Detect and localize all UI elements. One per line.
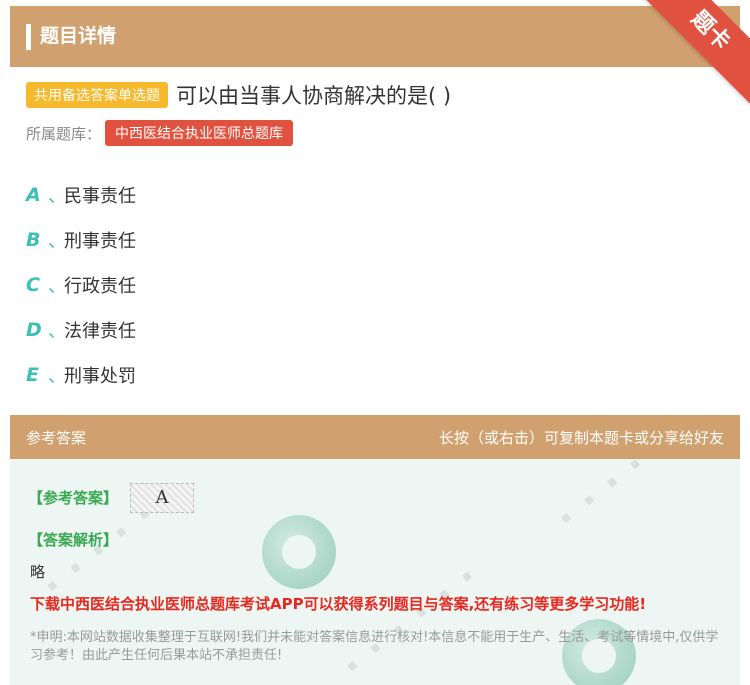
watermark: · · · · xyxy=(546,459,656,542)
option-letter: A xyxy=(26,183,41,206)
answer-image: A xyxy=(130,483,194,513)
answer-label: 【参考答案】 xyxy=(28,489,119,507)
option-b[interactable]: B 、 刑事责任 xyxy=(26,217,136,262)
option-text: 行政责任 xyxy=(64,275,136,297)
option-separator: 、 xyxy=(48,320,66,342)
option-text: 民事责任 xyxy=(64,185,136,207)
option-e[interactable]: E 、 刑事处罚 xyxy=(26,352,136,397)
option-text: 刑事处罚 xyxy=(64,365,136,387)
option-separator: 、 xyxy=(48,230,66,252)
analysis-label: 【答案解析】 xyxy=(28,531,119,549)
answer-body: · · · · · · · · · · · · · · · · 【参考答案】 A… xyxy=(10,459,740,685)
option-text: 刑事责任 xyxy=(64,230,136,252)
option-letter: D xyxy=(26,318,42,341)
option-letter: E xyxy=(26,363,39,386)
header-bar: 题目详情 xyxy=(10,6,740,67)
option-separator: 、 xyxy=(48,275,66,297)
answer-section-title: 参考答案 xyxy=(26,429,87,447)
option-letter: C xyxy=(26,273,40,296)
question-bank-row: 所属题库： 中西医结合执业医师总题库 xyxy=(26,120,294,146)
page-title: 题目详情 xyxy=(40,25,117,47)
option-d[interactable]: D 、 法律责任 xyxy=(26,307,136,352)
watermark-logo-icon xyxy=(262,515,336,589)
header-accent xyxy=(26,24,31,50)
option-separator: 、 xyxy=(48,365,66,387)
app-download-promo[interactable]: 下载中西医结合执业医师总题库考试APP可以获得系列题目与答案,还有练习等更多学习… xyxy=(30,593,646,614)
share-hint: 长按（或右击）可复制本题卡或分享给好友 xyxy=(438,429,724,447)
option-c[interactable]: C 、 行政责任 xyxy=(26,262,136,307)
disclaimer: *申明:本网站数据收集整理于互联网!我们并未能对答案信息进行核对!本信息不能用于… xyxy=(30,630,719,663)
watermark: · · · · · · xyxy=(332,554,488,685)
analysis-text: 略 xyxy=(30,563,46,581)
question-row: 共用备选答案单选题 可以由当事人协商解决的是( ) xyxy=(26,80,451,110)
question-bank-link[interactable]: 中西医结合执业医师总题库 xyxy=(105,120,294,146)
options-list: A 、 民事责任 B 、 刑事责任 C 、 行政责任 D 、 法律责任 E 、 … xyxy=(26,172,136,397)
answer-header: 参考答案 长按（或右击）可复制本题卡或分享给好友 xyxy=(10,415,740,459)
option-text: 法律责任 xyxy=(64,320,136,342)
question-bank-label: 所属题库： xyxy=(26,124,102,143)
question-text: 可以由当事人协商解决的是( ) xyxy=(176,84,452,108)
question-type-tag: 共用备选答案单选题 xyxy=(26,82,168,108)
option-letter: B xyxy=(26,228,41,251)
option-separator: 、 xyxy=(48,185,66,207)
option-a[interactable]: A 、 民事责任 xyxy=(26,172,136,217)
